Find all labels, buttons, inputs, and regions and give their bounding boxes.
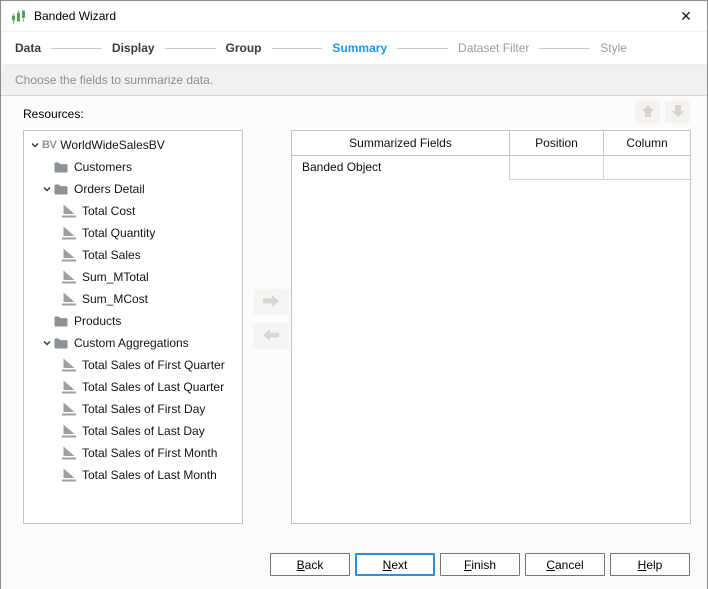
step-style[interactable]: Style	[600, 41, 627, 55]
tree-item-total-sales-of-last-quarter[interactable]: Total Sales of Last Quarter	[24, 376, 242, 398]
finish-button[interactable]: Finish	[440, 553, 520, 576]
step-display[interactable]: Display	[112, 41, 155, 55]
window-title: Banded Wizard	[34, 9, 117, 23]
move-up-icon	[641, 104, 655, 121]
step-group[interactable]: Group	[226, 41, 262, 55]
title-bar: Banded Wizard ✕	[1, 1, 707, 32]
next-button[interactable]: Next	[355, 553, 435, 576]
tree-item-label: Total Cost	[82, 204, 136, 218]
tree-item-total-sales-of-first-month[interactable]: Total Sales of First Month	[24, 442, 242, 464]
tree-item-label: Total Sales of First Month	[82, 446, 218, 460]
summary-field-icon	[62, 424, 76, 438]
tree-item-total-sales-of-first-day[interactable]: Total Sales of First Day	[24, 398, 242, 420]
summary-field-icon	[62, 358, 76, 372]
tree-item-label: Custom Aggregations	[74, 336, 189, 350]
tree-item-label: Products	[74, 314, 122, 328]
step-connector	[271, 47, 323, 49]
tree-item-label: Customers	[74, 160, 133, 174]
summary-field-icon	[62, 270, 76, 284]
business-view-icon: BV	[42, 139, 57, 151]
field-transfer-controls	[253, 289, 289, 349]
step-data[interactable]: Data	[15, 41, 41, 55]
folder-icon	[54, 161, 68, 173]
summary-field-icon	[62, 380, 76, 394]
table-row[interactable]: Banded Object	[292, 156, 690, 180]
tree-item-label: Orders Detail	[74, 182, 145, 196]
summary-field-icon	[62, 204, 76, 218]
chevron-down-icon[interactable]	[28, 140, 42, 150]
move-down-button[interactable]	[665, 101, 690, 123]
resources-tree: BV WorldWideSalesBV Customers Orders Detail…	[23, 130, 243, 524]
help-button[interactable]: Help	[610, 553, 690, 576]
tree-item-label: Sum_MCost	[82, 292, 149, 306]
folder-icon	[54, 315, 68, 327]
step-summary[interactable]: Summary	[332, 41, 387, 55]
chevron-down-icon[interactable]	[40, 184, 54, 194]
cell-position[interactable]	[509, 156, 603, 180]
cell-summarized-field: Banded Object	[302, 160, 382, 174]
banded-wizard-dialog: { "window": { "title": "Banded Wizard", …	[0, 0, 708, 589]
step-connector	[51, 47, 102, 49]
tree-item-total-sales-of-first-quarter[interactable]: Total Sales of First Quarter	[24, 354, 242, 376]
tree-item-label: Sum_MTotal	[82, 270, 149, 284]
add-field-button[interactable]	[253, 289, 289, 315]
tree-item-total-quantity[interactable]: Total Quantity	[24, 222, 242, 244]
resources-label: Resources:	[23, 107, 84, 121]
tree-item-label: WorldWideSalesBV	[60, 138, 165, 152]
tree-item-sum-mtotal[interactable]: Sum_MTotal	[24, 266, 242, 288]
row-reorder-controls	[635, 101, 690, 123]
summary-field-icon	[62, 446, 76, 460]
move-left-icon	[262, 328, 280, 345]
table-body: Banded Object	[292, 156, 690, 180]
folder-icon	[54, 337, 68, 349]
tree-item-label: Total Sales of Last Quarter	[82, 380, 225, 394]
table-header-row: Summarized Fields Position Column	[292, 131, 690, 156]
banded-chart-icon	[10, 8, 26, 24]
move-up-button[interactable]	[635, 101, 660, 123]
wizard-step-bar: Data Display Group Summary Dataset Filter Sty…	[1, 32, 707, 64]
content-area: Resources: BV WorldWideSalesBV Customers Or…	[1, 96, 707, 589]
tree-item-total-sales-of-last-month[interactable]: Total Sales of Last Month	[24, 464, 242, 486]
tree-item-total-sales[interactable]: Total Sales	[24, 244, 242, 266]
step-description: Choose the fields to summarize data.	[1, 64, 707, 96]
tree-item-label: Total Sales of Last Day	[82, 424, 205, 438]
tree-item-products[interactable]: Products	[24, 310, 242, 332]
tree-item-label: Total Sales of First Quarter	[82, 358, 225, 372]
tree-item-custom-aggregations[interactable]: Custom Aggregations	[24, 332, 242, 354]
folder-icon	[54, 183, 68, 195]
close-button[interactable]: ✕	[665, 1, 707, 31]
tree-item-label: Total Sales of Last Month	[82, 468, 217, 482]
cancel-button[interactable]: Cancel	[525, 553, 605, 576]
summary-field-icon	[62, 248, 76, 262]
step-connector	[164, 47, 216, 49]
summary-field-icon	[62, 292, 76, 306]
step-connector	[397, 47, 449, 49]
step-dataset-filter[interactable]: Dataset Filter	[458, 41, 529, 55]
tree-item-orders-detail[interactable]: Orders Detail	[24, 178, 242, 200]
cell-column[interactable]	[603, 156, 690, 180]
summarized-fields-table: Summarized Fields Position Column Banded O…	[291, 130, 691, 524]
back-button[interactable]: Back	[270, 553, 350, 576]
tree-item-label: Total Sales	[82, 248, 141, 262]
summary-field-icon	[62, 402, 76, 416]
tree-item-label: Total Quantity	[82, 226, 156, 240]
tree-item-worldwidesalesbv[interactable]: BV WorldWideSalesBV	[24, 134, 242, 156]
summary-field-icon	[62, 468, 76, 482]
tree-item-sum-mcost[interactable]: Sum_MCost	[24, 288, 242, 310]
remove-field-button[interactable]	[253, 323, 289, 349]
tree-item-label: Total Sales of First Day	[82, 402, 206, 416]
chevron-down-icon[interactable]	[40, 338, 54, 348]
column-header-position: Position	[509, 131, 603, 155]
footer-buttons: Back Next Finish Cancel Help	[270, 553, 690, 576]
step-connector	[539, 47, 591, 49]
tree-item-customers[interactable]: Customers	[24, 156, 242, 178]
tree-item-total-sales-of-last-day[interactable]: Total Sales of Last Day	[24, 420, 242, 442]
column-header-summarized-fields: Summarized Fields	[349, 136, 452, 150]
move-right-icon	[262, 294, 280, 311]
move-down-icon	[671, 104, 685, 121]
tree-item-total-cost[interactable]: Total Cost	[24, 200, 242, 222]
summary-field-icon	[62, 226, 76, 240]
column-header-column: Column	[603, 131, 690, 155]
